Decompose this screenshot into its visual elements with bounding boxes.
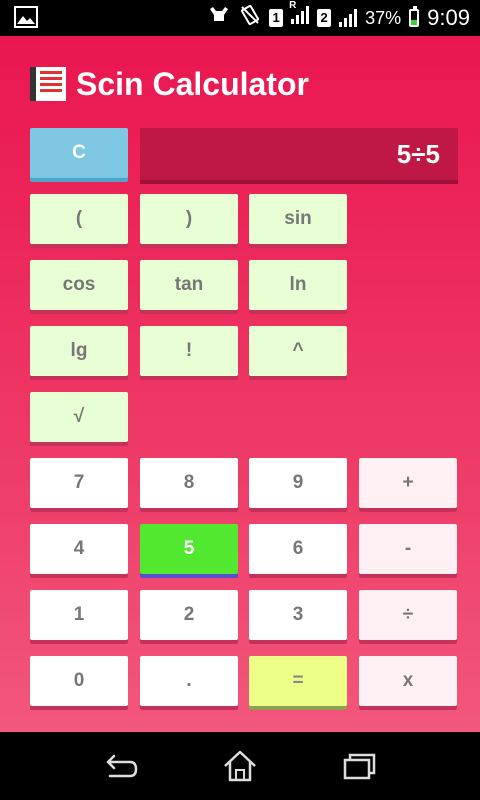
factorial-button[interactable]: ! xyxy=(140,326,238,376)
app-header: Scin Calculator xyxy=(30,64,309,104)
digit-0-button[interactable]: 0 xyxy=(30,656,128,706)
decimal-point-button[interactable]: . xyxy=(140,656,238,706)
gallery-notification-icon xyxy=(14,6,38,33)
plus-button[interactable]: + xyxy=(359,458,457,508)
recents-icon[interactable] xyxy=(340,748,380,784)
sim1-badge: 1 xyxy=(269,9,284,27)
roaming-indicator: R xyxy=(289,0,297,11)
vibrate-icon xyxy=(239,4,261,32)
digit-8-button[interactable]: 8 xyxy=(140,458,238,508)
app-title: Scin Calculator xyxy=(76,65,309,102)
digit-2-button[interactable]: 2 xyxy=(140,590,238,640)
multiply-button[interactable]: x xyxy=(359,656,457,706)
battery-percent: 37% xyxy=(365,7,402,28)
lg-button[interactable]: lg xyxy=(30,326,128,376)
digit-4-button[interactable]: 4 xyxy=(30,524,128,574)
close-paren-button[interactable]: ) xyxy=(140,194,238,244)
calculator-app-icon xyxy=(30,67,66,101)
usb-icon xyxy=(207,5,231,31)
back-icon[interactable] xyxy=(100,748,140,784)
sim2-badge: 2 xyxy=(317,9,332,27)
clear-button[interactable]: C xyxy=(30,128,128,178)
minus-button[interactable]: - xyxy=(359,524,457,574)
digit-6-button[interactable]: 6 xyxy=(249,524,347,574)
clock: 9:09 xyxy=(427,5,470,30)
navigation-bar xyxy=(0,732,480,800)
ln-button[interactable]: ln xyxy=(249,260,347,310)
power-button[interactable]: ^ xyxy=(249,326,347,376)
digit-9-button[interactable]: 9 xyxy=(249,458,347,508)
digit-5-button[interactable]: 5 xyxy=(140,524,238,574)
status-icons: 1 R 2 37% 9:09 xyxy=(207,0,470,32)
battery-icon xyxy=(409,6,420,27)
digit-1-button[interactable]: 1 xyxy=(30,590,128,640)
expression-display: 5÷5 xyxy=(140,128,458,180)
status-bar: 1 R 2 37% 9:09 xyxy=(0,0,480,36)
signal2-icon xyxy=(339,9,358,27)
signal1-icon: R xyxy=(289,0,310,30)
cos-button[interactable]: cos xyxy=(30,260,128,310)
digit-3-button[interactable]: 3 xyxy=(249,590,347,640)
tan-button[interactable]: tan xyxy=(140,260,238,310)
digit-7-button[interactable]: 7 xyxy=(30,458,128,508)
divide-button[interactable]: ÷ xyxy=(359,590,457,640)
sin-button[interactable]: sin xyxy=(249,194,347,244)
sqrt-button[interactable]: √ xyxy=(30,392,128,442)
home-icon[interactable] xyxy=(220,748,260,784)
open-paren-button[interactable]: ( xyxy=(30,194,128,244)
calculator-app: Scin Calculator C 5÷5 ( ) sin cos tan ln… xyxy=(0,36,480,732)
equals-button[interactable]: = xyxy=(249,656,347,706)
